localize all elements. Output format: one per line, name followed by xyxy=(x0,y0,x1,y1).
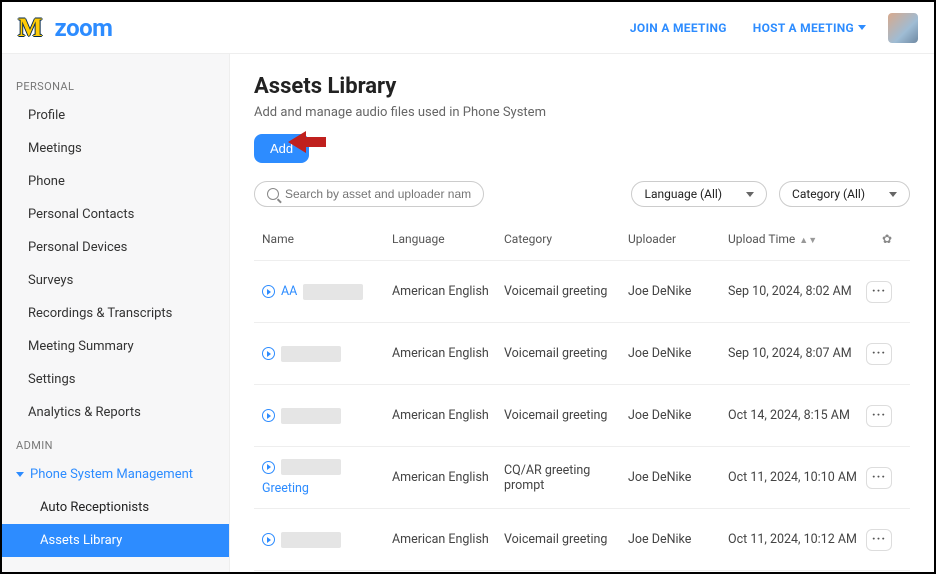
sidebar-item-label: Phone System Management xyxy=(30,467,193,482)
table-settings-gear-icon[interactable]: ✿ xyxy=(858,232,892,246)
chevron-down-icon xyxy=(858,25,866,30)
add-button[interactable]: Add xyxy=(254,134,309,163)
cell-category: Voicemail greeting xyxy=(504,532,628,547)
sidebar: PERSONAL Profile Meetings Phone Personal… xyxy=(2,54,230,572)
cell-uploader: Joe DeNike xyxy=(628,346,728,361)
play-icon[interactable] xyxy=(262,461,275,474)
row-actions-button[interactable]: ··· xyxy=(866,343,892,365)
sidebar-item-analytics-reports[interactable]: Analytics & Reports xyxy=(2,396,229,429)
sidebar-item-profile[interactable]: Profile xyxy=(2,99,229,132)
category-filter-label: Category (All) xyxy=(792,187,865,201)
row-actions-button[interactable]: ··· xyxy=(866,281,892,303)
cell-category: CQ/AR greeting prompt xyxy=(504,463,628,493)
cell-upload-time: Oct 14, 2024, 8:15 AM xyxy=(728,408,858,423)
asset-name-link[interactable]: AA xyxy=(281,284,297,299)
cell-language: American English xyxy=(392,346,504,361)
zoom-logo: zoom xyxy=(55,14,113,42)
sidebar-item-auto-receptionists[interactable]: Auto Receptionists xyxy=(2,491,229,524)
cell-uploader: Joe DeNike xyxy=(628,470,728,485)
sidebar-item-phone-system-management[interactable]: Phone System Management xyxy=(2,458,229,491)
row-actions-button[interactable]: ··· xyxy=(866,529,892,551)
play-icon[interactable] xyxy=(262,533,275,546)
redacted-text xyxy=(281,459,341,475)
play-icon[interactable] xyxy=(262,285,275,298)
category-filter-dropdown[interactable]: Category (All) xyxy=(779,181,910,207)
redacted-text xyxy=(281,532,341,548)
sidebar-item-assets-library[interactable]: Assets Library xyxy=(2,524,229,557)
avatar[interactable] xyxy=(888,13,918,43)
cell-upload-time: Oct 11, 2024, 10:10 AM xyxy=(728,470,858,485)
col-name[interactable]: Name xyxy=(262,232,392,246)
host-meeting-menu[interactable]: HOST A MEETING xyxy=(753,21,866,35)
table-row: American English Voicemail greeting Joe … xyxy=(254,385,910,447)
search-input-wrapper[interactable] xyxy=(254,181,484,207)
cell-language: American English xyxy=(392,532,504,547)
cell-language: American English xyxy=(392,284,504,299)
search-icon xyxy=(267,188,279,200)
redacted-text xyxy=(303,284,363,300)
main-content: Assets Library Add and manage audio file… xyxy=(230,54,934,572)
row-actions-button[interactable]: ··· xyxy=(866,467,892,489)
table-row: American English Voicemail greeting Joe … xyxy=(254,509,910,571)
join-meeting-link[interactable]: JOIN A MEETING xyxy=(630,21,727,35)
asset-name-link[interactable]: Greeting xyxy=(262,481,392,496)
col-language[interactable]: Language xyxy=(392,232,504,246)
chevron-down-icon xyxy=(889,192,897,197)
cell-language: American English xyxy=(392,470,504,485)
host-meeting-label: HOST A MEETING xyxy=(753,21,854,35)
app-header: M zoom JOIN A MEETING HOST A MEETING xyxy=(2,2,934,54)
table-row: AA American English Voicemail greeting J… xyxy=(254,261,910,323)
table-row: Greeting American English CQ/AR greeting… xyxy=(254,447,910,509)
table-row: American English Voicemail greeting Joe … xyxy=(254,323,910,385)
cell-uploader: Joe DeNike xyxy=(628,532,728,547)
sidebar-item-phone[interactable]: Phone xyxy=(2,165,229,198)
cell-upload-time: Sep 10, 2024, 8:07 AM xyxy=(728,346,858,361)
cell-uploader: Joe DeNike xyxy=(628,408,728,423)
cell-category: Voicemail greeting xyxy=(504,284,628,299)
sidebar-section-admin: ADMIN xyxy=(2,429,229,458)
sort-icon: ▲▼ xyxy=(799,236,817,246)
sidebar-item-personal-contacts[interactable]: Personal Contacts xyxy=(2,198,229,231)
sidebar-item-settings[interactable]: Settings xyxy=(2,363,229,396)
table-header: Name Language Category Uploader Upload T… xyxy=(254,217,910,261)
chevron-down-icon xyxy=(746,192,754,197)
sidebar-item-meetings[interactable]: Meetings xyxy=(2,132,229,165)
page-subtitle: Add and manage audio files used in Phone… xyxy=(254,105,910,120)
language-filter-dropdown[interactable]: Language (All) xyxy=(631,181,767,207)
search-input[interactable] xyxy=(285,187,471,201)
sidebar-item-meeting-summary[interactable]: Meeting Summary xyxy=(2,330,229,363)
cell-language: American English xyxy=(392,408,504,423)
sidebar-section-personal: PERSONAL xyxy=(2,70,229,99)
sidebar-item-surveys[interactable]: Surveys xyxy=(2,264,229,297)
col-upload-time[interactable]: Upload Time▲▼ xyxy=(728,232,858,246)
chevron-down-icon xyxy=(16,472,24,477)
cell-category: Voicemail greeting xyxy=(504,346,628,361)
col-category[interactable]: Category xyxy=(504,232,628,246)
play-icon[interactable] xyxy=(262,347,275,360)
redacted-text xyxy=(281,346,341,362)
cell-uploader: Joe DeNike xyxy=(628,284,728,299)
row-actions-button[interactable]: ··· xyxy=(866,405,892,427)
cell-upload-time: Oct 11, 2024, 10:12 AM xyxy=(728,532,858,547)
cell-upload-time: Sep 10, 2024, 8:02 AM xyxy=(728,284,858,299)
language-filter-label: Language (All) xyxy=(644,187,722,201)
col-uploader[interactable]: Uploader xyxy=(628,232,728,246)
page-title: Assets Library xyxy=(254,74,910,99)
cell-category: Voicemail greeting xyxy=(504,408,628,423)
sidebar-item-personal-devices[interactable]: Personal Devices xyxy=(2,231,229,264)
redacted-text xyxy=(281,408,341,424)
sidebar-item-recordings-transcripts[interactable]: Recordings & Transcripts xyxy=(2,297,229,330)
michigan-m-logo: M xyxy=(18,13,41,43)
play-icon[interactable] xyxy=(262,409,275,422)
